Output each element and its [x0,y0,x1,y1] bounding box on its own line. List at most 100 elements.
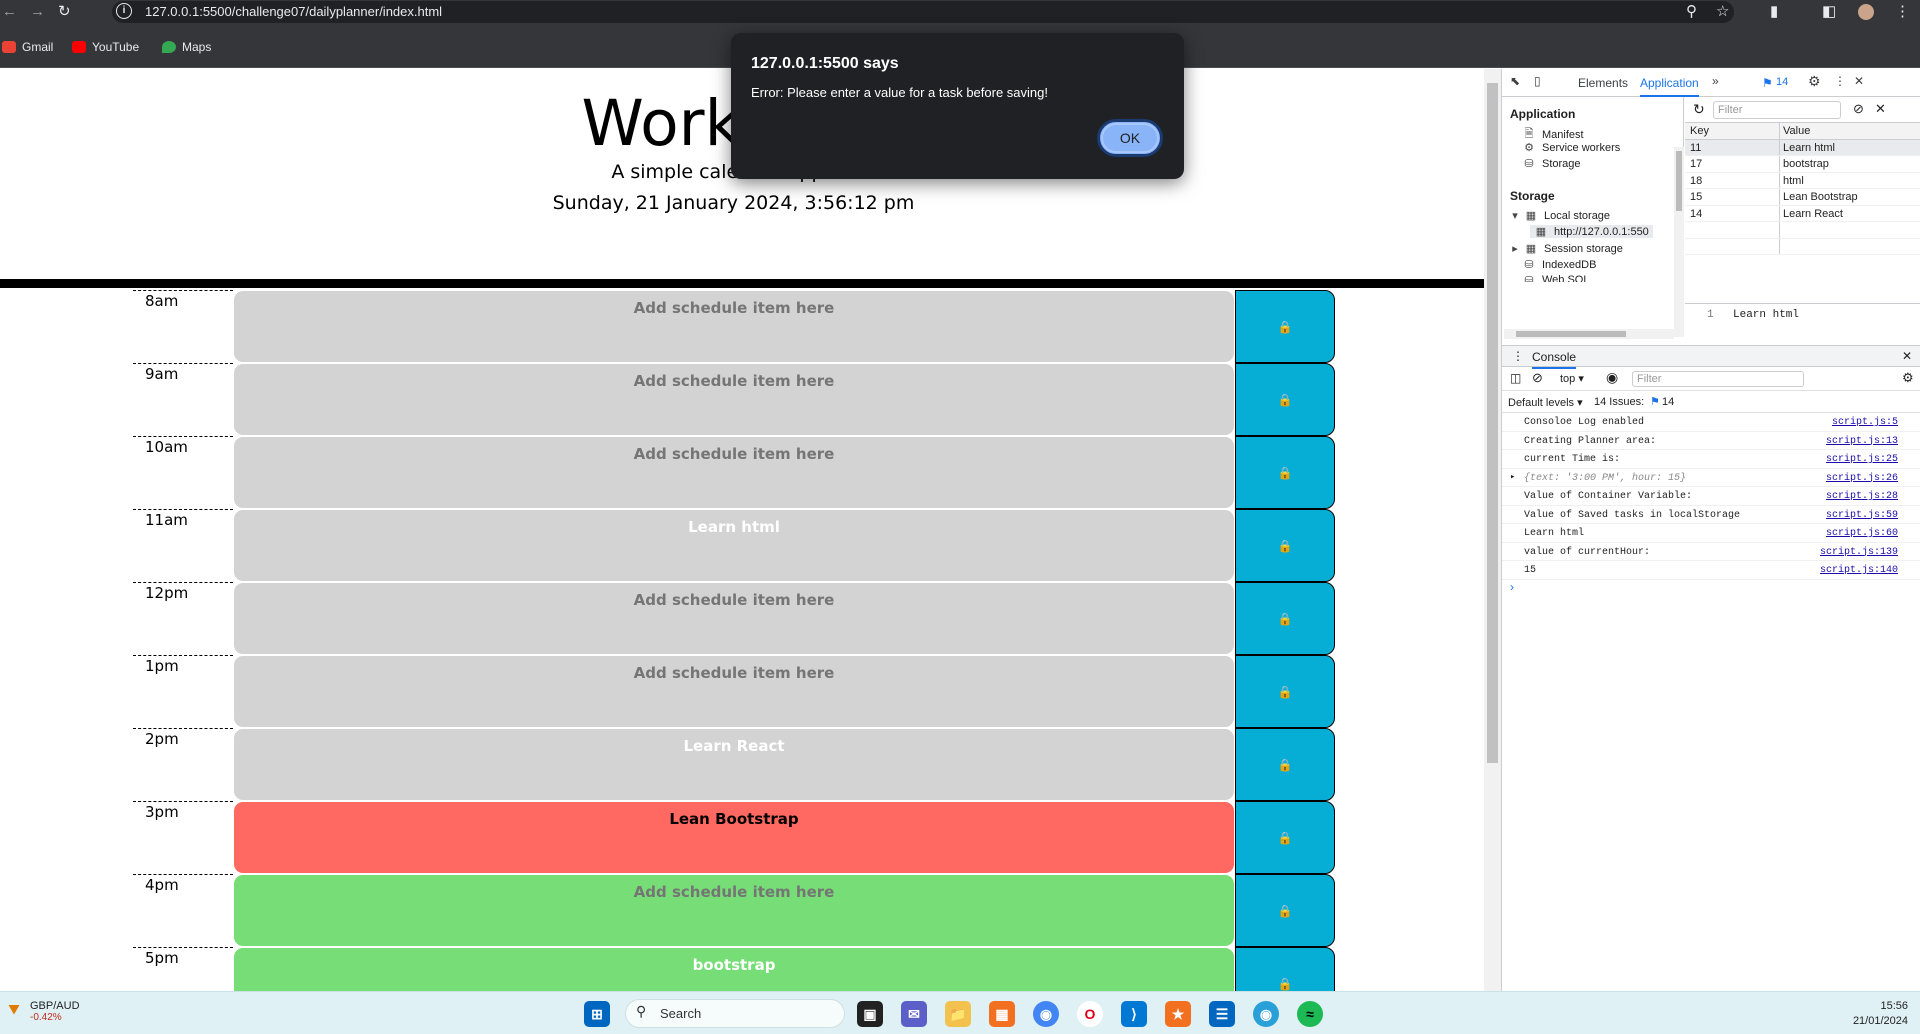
storage-table-row[interactable]: 18 html [1685,172,1920,189]
ticker-widget[interactable]: ⯆ GBP/AUD -0.42% [6,1000,80,1023]
sidebar-item-websql[interactable]: ⛁ Web SQL [1522,274,1589,282]
zoom-icon[interactable]: ⚲ [1686,2,1697,20]
issues-count-label[interactable]: 14 Issues: [1594,396,1644,408]
delete-selected-icon[interactable]: ✕ [1875,101,1886,117]
url-text[interactable]: 127.0.0.1:5500/challenge07/dailyplanner/… [145,4,442,19]
source-link[interactable]: script.js:26 [1826,473,1898,484]
inspect-icon[interactable]: ⬉ [1510,74,1520,88]
task-textarea[interactable]: Add schedule item here [233,436,1235,509]
sidebar-item-session-storage[interactable]: ▸ ▦ Session storage [1512,242,1623,256]
extensions-icon[interactable]: ▮ [1770,2,1778,20]
save-button[interactable]: 🔒 [1235,874,1335,947]
refresh-icon[interactable]: ↻ [1693,101,1705,118]
save-button[interactable]: 🔒 [1235,801,1335,874]
close-drawer-icon[interactable]: ✕ [1902,349,1912,363]
vscode-icon[interactable]: ⟩ [1121,1001,1147,1027]
console-filter-input[interactable]: Filter [1632,371,1804,387]
sidebar-hscrollbar[interactable] [1504,329,1674,339]
side-panel-icon[interactable]: ◧ [1822,2,1836,20]
task-textarea[interactable]: Add schedule item here [233,582,1235,655]
source-link[interactable]: script.js:139 [1820,547,1898,558]
context-selector[interactable]: top ▾ [1560,372,1584,385]
console-prompt[interactable]: › [1502,580,1920,598]
sidebar-toggle-icon[interactable]: ◫ [1510,371,1521,385]
close-devtools-icon[interactable]: ✕ [1854,74,1864,88]
issues-badge-icon[interactable]: ⚑ [1762,76,1773,90]
storage-table-row[interactable]: 15 Lean Bootstrap [1685,189,1920,206]
save-button[interactable]: 🔒 [1235,728,1335,801]
key-column-header[interactable]: Key [1690,125,1709,137]
notepad-icon[interactable]: ☰ [1209,1001,1235,1027]
chat-icon[interactable]: ✉ [901,1001,927,1027]
sidebar-scrollbar[interactable] [1674,147,1684,337]
taskbar-search[interactable]: Search [625,999,845,1028]
menu-icon[interactable]: ⋮ [1895,2,1910,20]
task-textarea[interactable]: Learn React [233,728,1235,801]
console-message[interactable]: ▸ {text: '3:00 PM', hour: 15} script.js:26 [1502,469,1920,487]
reload-icon[interactable]: ↻ [58,2,71,22]
live-expression-eye-icon[interactable]: ◉ [1606,369,1618,386]
log-levels-dropdown[interactable]: Default levels ▾ [1508,396,1583,409]
tab-application[interactable]: Application [1640,76,1699,97]
source-link[interactable]: script.js:28 [1826,491,1898,502]
storage-table-row[interactable]: 17 bootstrap [1685,156,1920,173]
site-info-icon[interactable]: i [116,3,132,19]
bookmark-star-icon[interactable]: ☆ [1716,2,1729,20]
source-link[interactable]: script.js:60 [1826,528,1898,539]
save-button[interactable]: 🔒 [1235,363,1335,436]
bookmark-gmail[interactable]: Gmail [2,40,53,54]
profile-avatar[interactable] [1858,4,1874,20]
save-button[interactable]: 🔒 [1235,582,1335,655]
chrome-icon[interactable]: ◉ [1033,1001,1059,1027]
expand-caret-icon[interactable]: ▸ [1510,472,1515,482]
sidebar-item-service-workers[interactable]: ⚙ Service workers [1522,141,1620,155]
task-textarea[interactable]: Learn html [233,509,1235,582]
clear-all-icon[interactable]: ⊘ [1853,101,1864,117]
devtools-menu-icon[interactable]: ⋮ [1834,74,1846,88]
sidebar-item-indexeddb[interactable]: ⛁ IndexedDB [1522,258,1596,272]
task-textarea[interactable]: Add schedule item here [233,655,1235,728]
bookmark-youtube[interactable]: YouTube [72,40,139,54]
back-icon[interactable]: ← [2,2,17,22]
save-button[interactable]: 🔒 [1235,655,1335,728]
forward-icon[interactable]: → [30,2,45,22]
value-column-header[interactable]: Value [1783,125,1810,137]
sidebar-item-origin[interactable]: ▦ http://127.0.0.1:550 [1530,225,1653,238]
source-link[interactable]: script.js:25 [1826,454,1898,465]
source-link[interactable]: script.js:5 [1832,417,1898,428]
console-message[interactable]: current Time is: script.js:25 [1502,450,1920,469]
task-view-icon[interactable]: ▣ [857,1001,883,1027]
console-message[interactable]: Consoloe Log enabled script.js:5 [1502,413,1920,432]
page-scrollbar[interactable] [1484,69,1501,991]
task-textarea[interactable]: Add schedule item here [233,290,1235,363]
page-scrollbar-thumb[interactable] [1487,83,1498,763]
bookmark-maps[interactable]: Maps [162,40,211,54]
settings-gear-icon[interactable]: ⚙ [1808,73,1821,90]
store-icon[interactable]: ▦ [989,1001,1015,1027]
sidebar-scrollbar-thumb[interactable] [1676,151,1682,211]
console-settings-gear-icon[interactable]: ⚙ [1902,370,1914,386]
console-message[interactable]: value of currentHour: script.js:139 [1502,543,1920,561]
globe-app-icon[interactable]: ◉ [1253,1001,1279,1027]
console-message[interactable]: Creating Planner area: script.js:13 [1502,432,1920,450]
console-message[interactable]: Value of Container Variable: script.js:28 [1502,487,1920,506]
save-button[interactable]: 🔒 [1235,509,1335,582]
start-windows-icon[interactable]: ⊞ [584,1001,610,1027]
task-textarea[interactable]: bootstrap [233,947,1235,991]
task-textarea[interactable]: Add schedule item here [233,363,1235,436]
issues-badge-count[interactable]: 14 [1776,76,1788,88]
issues-count[interactable]: 14 [1662,396,1674,408]
more-tabs-icon[interactable]: » [1712,74,1719,88]
drawer-menu-icon[interactable]: ⋮ [1512,349,1524,363]
storage-table-row[interactable]: 14 Learn React [1685,205,1920,222]
source-link[interactable]: script.js:59 [1826,510,1898,521]
opera-icon[interactable]: O [1077,1001,1103,1027]
storage-filter-input[interactable]: Filter [1713,101,1841,119]
console-message[interactable]: Value of Saved tasks in localStorage scri… [1502,506,1920,524]
app-notification-icon[interactable]: ★ [1165,1001,1191,1027]
source-link[interactable]: script.js:13 [1826,436,1898,447]
system-clock[interactable]: 15:56 21/01/2024 [1853,999,1908,1029]
spotify-icon[interactable]: ≈ [1297,1001,1323,1027]
tab-elements[interactable]: Elements [1578,76,1628,90]
alert-ok-button[interactable]: OK [1097,119,1163,157]
